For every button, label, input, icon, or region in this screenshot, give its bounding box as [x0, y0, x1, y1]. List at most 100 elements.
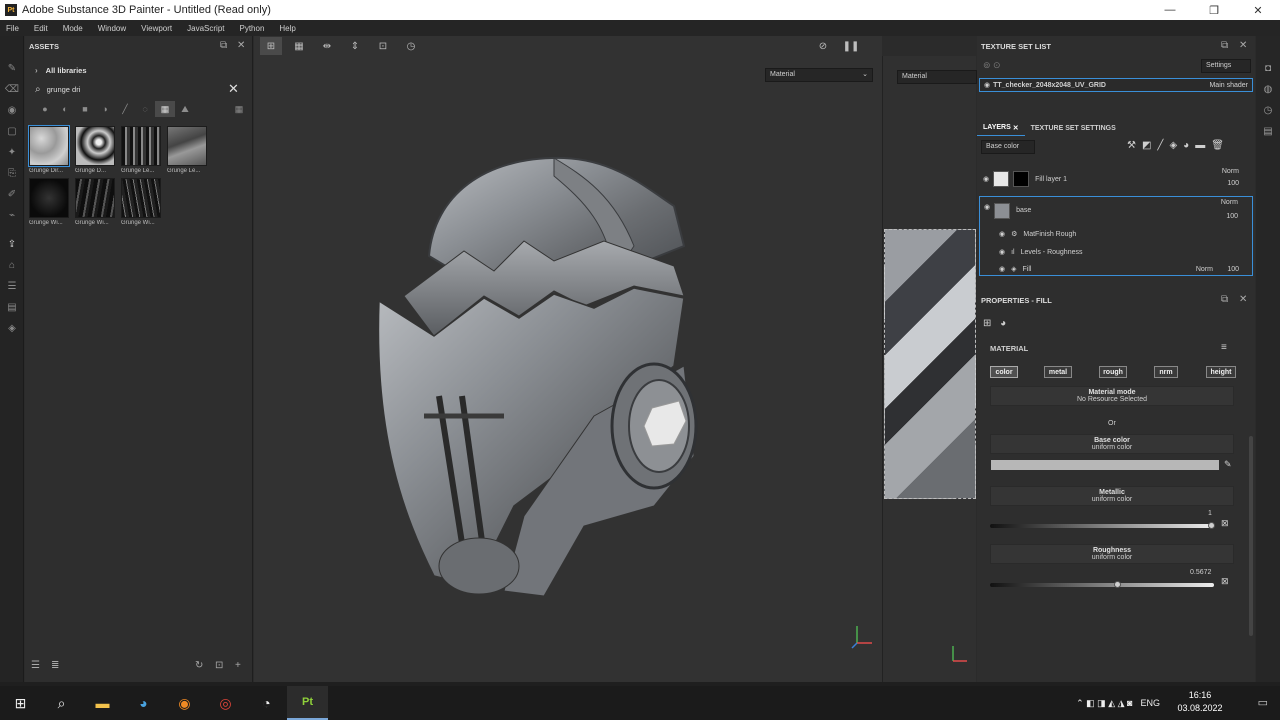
- menu-file[interactable]: File: [6, 24, 19, 33]
- chip-metal[interactable]: metal: [1044, 366, 1072, 378]
- display-settings-icon[interactable]: ☰: [0, 276, 24, 297]
- blend-mode[interactable]: Norm: [1196, 266, 1213, 273]
- chip-rough[interactable]: rough: [1099, 366, 1127, 378]
- camera-icon[interactable]: ◈: [0, 318, 24, 339]
- metallic-box[interactable]: Metallic uniform color: [990, 486, 1234, 506]
- uv-material-select[interactable]: Material: [897, 70, 977, 84]
- new-folder-icon[interactable]: ⊡: [215, 660, 223, 671]
- channel-select[interactable]: Base color: [981, 140, 1035, 154]
- effect-icon[interactable]: ⚒: [1127, 140, 1142, 151]
- fill-layer-icon[interactable]: ◈: [1169, 140, 1183, 151]
- effect-opacity[interactable]: 100: [1227, 266, 1239, 273]
- chrome-icon[interactable]: ◎: [205, 686, 246, 720]
- grid-view-icon[interactable]: ▦: [229, 101, 249, 117]
- effect-row[interactable]: ◉ ıl Levels - Roughness: [979, 244, 1253, 260]
- properties-scrollbar[interactable]: [1249, 436, 1253, 636]
- substance-painter-taskbar-icon[interactable]: Pt: [287, 686, 328, 720]
- generator-filter-icon[interactable]: ◑: [95, 101, 115, 117]
- menu-help[interactable]: Help: [279, 24, 295, 33]
- tab-texture-set-settings[interactable]: TEXTURE SET SETTINGS: [1025, 120, 1122, 136]
- minimize-button[interactable]: —: [1148, 0, 1192, 20]
- browser-edge-icon[interactable]: ◕: [123, 686, 164, 720]
- windows-start-icon[interactable]: ⊞: [0, 686, 41, 720]
- texture-slot-icon[interactable]: ⊠: [1221, 576, 1229, 587]
- environment-filter-icon[interactable]: ⛰: [175, 101, 195, 117]
- blender-icon[interactable]: ◉: [164, 686, 205, 720]
- export-icon[interactable]: ⇪: [0, 234, 24, 255]
- eye-icon[interactable]: ◉: [984, 203, 990, 211]
- list-view-icon[interactable]: ☰: [31, 660, 40, 671]
- asset-thumb[interactable]: Grunge Le...: [167, 126, 210, 178]
- eraser-icon[interactable]: ⌫: [0, 79, 24, 100]
- menu-viewport[interactable]: Viewport: [141, 24, 172, 33]
- tray-icons[interactable]: ⌃ ◧ ◨ ◭ ◮ ◙: [1076, 698, 1132, 709]
- file-explorer-icon[interactable]: ▬: [82, 686, 123, 720]
- tab-layers[interactable]: LAYERS ✕: [977, 120, 1025, 136]
- material-filter-icon[interactable]: ●: [35, 101, 55, 117]
- eye-icon[interactable]: ◉: [999, 248, 1005, 256]
- link-icon[interactable]: ⊚ ⊙: [983, 60, 1001, 71]
- clone-icon[interactable]: ⎘: [0, 163, 24, 184]
- add-icon[interactable]: +: [235, 660, 241, 671]
- menu-icon[interactable]: ≡: [1221, 342, 1227, 353]
- layer-opacity[interactable]: 100: [1227, 180, 1239, 187]
- asset-thumb[interactable]: Grunge Le...: [121, 126, 164, 178]
- particle-filter-icon[interactable]: ◌: [135, 101, 155, 117]
- menu-edit[interactable]: Edit: [34, 24, 48, 33]
- close-button[interactable]: ✕: [1236, 0, 1280, 20]
- smart-material-filter-icon[interactable]: ◐: [55, 101, 75, 117]
- shader-settings-icon[interactable]: ◍: [1256, 79, 1280, 100]
- folder-icon[interactable]: ▬: [1195, 140, 1211, 151]
- delete-icon[interactable]: 🗑: [1211, 140, 1230, 151]
- mask-icon[interactable]: ◩: [1142, 140, 1157, 151]
- eye-icon[interactable]: ◉: [984, 81, 990, 89]
- eye-icon[interactable]: ◉: [999, 230, 1005, 238]
- float-icon[interactable]: ⧉: [220, 40, 227, 51]
- menu-javascript[interactable]: JavaScript: [187, 24, 224, 33]
- texture-set-row[interactable]: ◉ TT_checker_2048x2048_UV_GRID Main shad…: [979, 78, 1253, 92]
- close-icon[interactable]: ✕: [1239, 40, 1247, 51]
- geometry-mask-icon[interactable]: ▢: [0, 121, 24, 142]
- base-color-swatch[interactable]: [991, 460, 1219, 470]
- notification-icon[interactable]: ▭: [1258, 696, 1268, 709]
- paint-layer-icon[interactable]: ╱: [1157, 140, 1169, 151]
- uv-2d-view[interactable]: Material: [882, 56, 977, 682]
- search-icon[interactable]: ⌕: [41, 686, 82, 720]
- viewport-3d[interactable]: ⊞ ▦ ⇹ ⇕ ⊡ ◷ ⊘ ❚❚ Material ⌄: [254, 36, 882, 682]
- settings-tab-icon[interactable]: ⊞: [983, 318, 991, 329]
- material-mode-box[interactable]: Material mode No Resource Selected: [990, 386, 1234, 406]
- float-icon[interactable]: ⧉: [1221, 294, 1228, 305]
- picker-icon[interactable]: ✐: [0, 184, 24, 205]
- history-icon[interactable]: ◷: [1256, 100, 1280, 121]
- slider-knob[interactable]: [1114, 581, 1121, 588]
- shelf-icon[interactable]: ⌂: [0, 255, 24, 276]
- projection-icon[interactable]: ◉: [0, 100, 24, 121]
- texture-slot-icon[interactable]: ⊠: [1221, 518, 1229, 529]
- log-icon[interactable]: ▤: [1256, 121, 1280, 142]
- obs-icon[interactable]: ◔: [246, 686, 287, 720]
- menu-python[interactable]: Python: [240, 24, 265, 33]
- maximize-button[interactable]: ❐: [1192, 0, 1236, 20]
- settings-dropdown[interactable]: Settings: [1201, 59, 1251, 73]
- layer-row[interactable]: ◉ Fill layer 1 Norm 100: [979, 166, 1253, 192]
- paint-brush-icon[interactable]: ✎: [0, 58, 24, 79]
- asset-thumb[interactable]: Grunge Wi...: [75, 178, 118, 230]
- texture-filter-icon[interactable]: ▦: [155, 101, 175, 117]
- add-layer-icon[interactable]: ◕: [1183, 140, 1195, 151]
- eye-icon[interactable]: ◉: [983, 175, 989, 183]
- language-indicator[interactable]: ENG: [1140, 698, 1160, 708]
- eye-icon[interactable]: ◉: [999, 265, 1005, 273]
- clear-search-icon[interactable]: ✕: [228, 81, 239, 97]
- roughness-box[interactable]: Roughness uniform color: [990, 544, 1234, 564]
- slider-knob[interactable]: [1208, 522, 1215, 529]
- mask-filter-icon[interactable]: ■: [75, 101, 95, 117]
- asset-thumb[interactable]: Grunge Dir...: [28, 125, 72, 178]
- library-selector[interactable]: › All libraries: [25, 62, 252, 78]
- search-input[interactable]: [46, 84, 207, 94]
- camera-settings-icon[interactable]: ◘: [1256, 58, 1280, 79]
- tags-icon[interactable]: ≣: [51, 660, 59, 671]
- material-tab-icon[interactable]: ◕: [1000, 318, 1006, 329]
- roughness-slider[interactable]: [990, 581, 1214, 588]
- clock[interactable]: 16:16 03.08.2022: [1170, 689, 1230, 715]
- asset-thumb[interactable]: Grunge D...: [75, 126, 118, 178]
